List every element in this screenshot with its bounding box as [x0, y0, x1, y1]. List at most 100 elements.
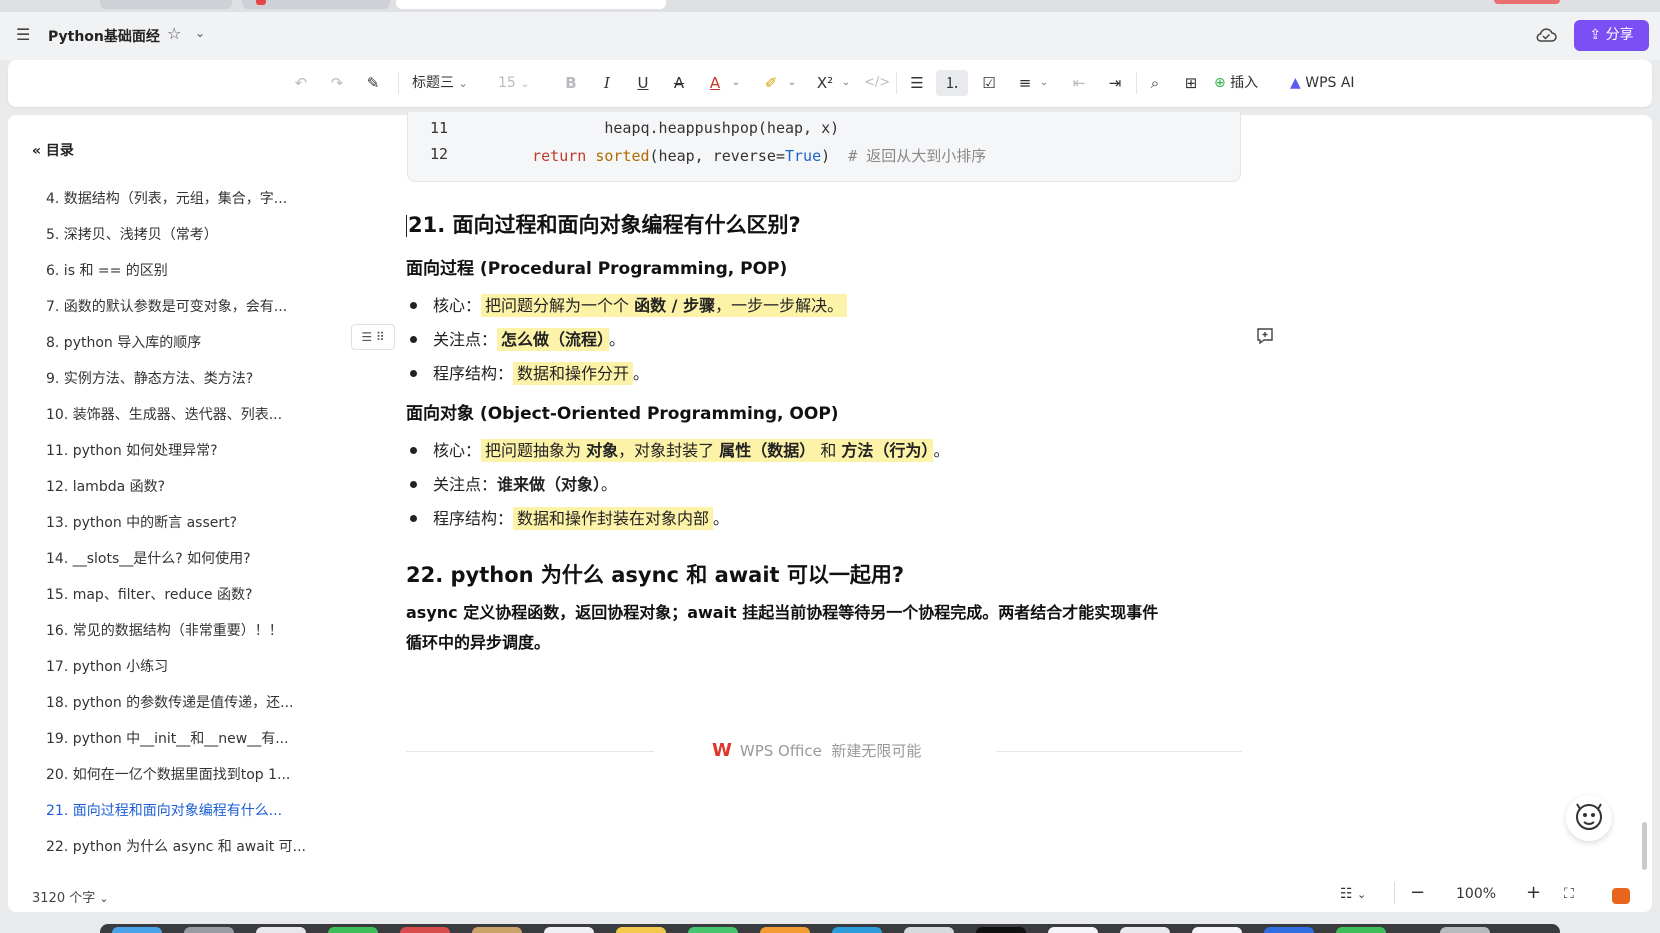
menu-icon[interactable]: ☰ [16, 26, 34, 44]
dock-app-icon[interactable] [328, 927, 378, 933]
punctuation: 。 [609, 330, 626, 349]
chevron-down-icon[interactable]: ⌄ [840, 70, 852, 96]
dock-app-icon[interactable] [400, 927, 450, 933]
toc-item[interactable]: 21. 面向过程和面向对象编程有什么... [46, 800, 336, 820]
assistant-mascot-icon[interactable] [1566, 795, 1612, 841]
dock-app-icon[interactable] [976, 927, 1026, 933]
toc-item[interactable]: 19. python 中__init__和__new__有... [46, 728, 336, 748]
dock-app-icon[interactable] [184, 927, 234, 933]
toc-item[interactable]: 5. 深拷贝、浅拷贝（常考） [46, 224, 336, 244]
font-size-select[interactable]: 15 ⌄ [498, 70, 538, 96]
undo-icon[interactable]: ↶ [290, 70, 312, 96]
divider [406, 751, 654, 752]
code-block[interactable]: 11 heapq.heappushpop(heap, x) 12 return … [407, 112, 1241, 182]
zoom-level[interactable]: 100% [1456, 886, 1496, 902]
highlighted-text: 数据和操作封装在对象内部 [513, 507, 714, 530]
toc-item[interactable]: 4. 数据结构（列表，元组，集合，字... [46, 188, 336, 208]
dock-app-icon[interactable] [1192, 927, 1242, 933]
dock-app-icon[interactable] [688, 927, 738, 933]
chevron-down-icon[interactable]: ⌄ [1038, 70, 1050, 96]
zoom-in-icon[interactable]: + [1526, 882, 1541, 903]
toc-item[interactable]: 7. 函数的默认参数是可变对象，会有... [46, 296, 336, 316]
add-comment-icon[interactable] [1256, 327, 1274, 345]
list-item: 核心： 把问题抽象为 对象，对象封装了 属性（数据） 和 方法（行为）。 [406, 437, 949, 462]
redo-icon[interactable]: ↷ [326, 70, 348, 96]
star-icon[interactable]: ☆ [167, 24, 181, 43]
punctuation: 。 [713, 509, 730, 528]
highlighted-text: 怎么做（流程） [497, 328, 610, 351]
checkbox-list-icon[interactable]: ☑ [978, 70, 1000, 96]
fullscreen-icon[interactable]: ⛶ [1564, 886, 1574, 902]
strikethrough-icon[interactable]: A [668, 70, 690, 96]
zoom-out-icon[interactable]: − [1410, 882, 1425, 903]
dock-app-icon[interactable] [1264, 927, 1314, 933]
oop-title: 面向对象 (Object-Oriented Programming, OOP) [406, 404, 839, 424]
toc-item[interactable]: 16. 常见的数据结构（非常重要）！！ [46, 620, 336, 640]
heading-style-select[interactable]: 标题三 ⌄ [412, 70, 476, 96]
toc-item[interactable]: 18. python 的参数传递是值传递，还... [46, 692, 336, 712]
toc-item[interactable]: 9. 实例方法、静态方法、类方法? [46, 368, 336, 388]
block-handle[interactable]: ☰ ⠿ [351, 324, 395, 350]
font-color-icon[interactable]: A [704, 70, 726, 96]
chevron-down-icon[interactable]: ⌄ [786, 70, 798, 96]
document-title[interactable]: Python基础面经 [48, 26, 160, 46]
highlight-icon[interactable]: ✐ [760, 70, 782, 96]
italic-icon[interactable]: I [596, 70, 618, 96]
superscript-icon[interactable]: X² [814, 70, 836, 96]
toc-item[interactable]: 20. 如何在一亿个数据里面找到top 1... [46, 764, 336, 784]
outdent-icon[interactable]: ⇤ [1068, 70, 1090, 96]
share-button[interactable]: ⇪ 分享 [1574, 20, 1649, 51]
font-size-value: 15 [498, 75, 516, 91]
toc-item[interactable]: 6. is 和 == 的区别 [46, 260, 336, 280]
scrollbar-thumb[interactable] [1642, 822, 1647, 870]
dock-app-icon[interactable] [616, 927, 666, 933]
toc-item[interactable]: 10. 装饰器、生成器、迭代器、列表... [46, 404, 336, 424]
numbered-list-icon[interactable]: ⒈ [936, 70, 968, 96]
insert-button[interactable]: ⊕ 插入 [1214, 70, 1268, 96]
dock-app-icon[interactable] [544, 927, 594, 933]
dock-app-icon[interactable] [256, 927, 306, 933]
align-icon[interactable]: ≡ [1014, 70, 1036, 96]
wps-ai-button[interactable]: ▲ WPS AI [1290, 70, 1370, 96]
list-item: 核心： 把问题分解为一个个 函数 / 步骤，一步一步解决。 [406, 292, 848, 317]
toc-item[interactable]: 12. lambda 函数? [46, 476, 336, 496]
view-mode-icon[interactable]: ☷ ⌄ [1340, 886, 1366, 902]
dock-app-icon[interactable] [1120, 927, 1170, 933]
section-heading-text: 21. 面向过程和面向对象编程有什么区别? [408, 213, 801, 237]
bold-icon[interactable]: B [560, 70, 582, 96]
word-count[interactable]: 3120 个字 ⌄ [32, 887, 109, 906]
search-icon[interactable]: ⌕ [1144, 70, 1166, 96]
browser-tab[interactable] [100, 0, 232, 9]
toc-item[interactable]: 22. python 为什么 async 和 await 可... [46, 836, 336, 856]
word-count-value: 3120 个字 [32, 891, 96, 906]
status-divider [1394, 882, 1395, 904]
toc-item[interactable]: 11. python 如何处理异常? [46, 440, 336, 460]
indent-icon[interactable]: ⇥ [1104, 70, 1126, 96]
highlighted-text: 数据和操作分开 [513, 362, 634, 385]
inline-code-icon[interactable]: </> [864, 70, 890, 96]
toc-item[interactable]: 8. python 导入库的顺序 [46, 332, 336, 352]
chevron-down-icon[interactable]: ⌄ [730, 70, 742, 96]
dock-app-icon[interactable] [760, 927, 810, 933]
underline-icon[interactable]: U [632, 70, 654, 96]
dock-app-icon[interactable] [472, 927, 522, 933]
toc-item[interactable]: 13. python 中的断言 assert? [46, 512, 336, 532]
brand-name: WPS Office [739, 742, 822, 760]
dock-app-icon[interactable] [1336, 927, 1386, 933]
chevron-down-icon[interactable]: ⌄ [195, 26, 205, 40]
browser-tab-active[interactable] [396, 0, 666, 9]
toc-toggle[interactable]: « 目录 [32, 140, 74, 160]
dock-app-icon[interactable] [112, 927, 162, 933]
cloud-sync-icon[interactable] [1535, 25, 1557, 45]
dock-app-icon[interactable] [1440, 927, 1490, 933]
toc-item[interactable]: 14. __slots__是什么? 如何使用? [46, 548, 336, 568]
dock-app-icon[interactable] [904, 927, 954, 933]
dock-app-icon[interactable] [1048, 927, 1098, 933]
format-painter-icon[interactable]: ✎ [362, 70, 384, 96]
bullet-list-icon[interactable]: ☰ [906, 70, 928, 96]
toc-item[interactable]: 17. python 小练习 [46, 656, 336, 676]
record-icon[interactable] [1612, 888, 1630, 904]
dock-app-icon[interactable] [832, 927, 882, 933]
comment-icon[interactable]: ⊞ [1180, 70, 1202, 96]
toc-item[interactable]: 15. map、filter、reduce 函数? [46, 584, 336, 604]
